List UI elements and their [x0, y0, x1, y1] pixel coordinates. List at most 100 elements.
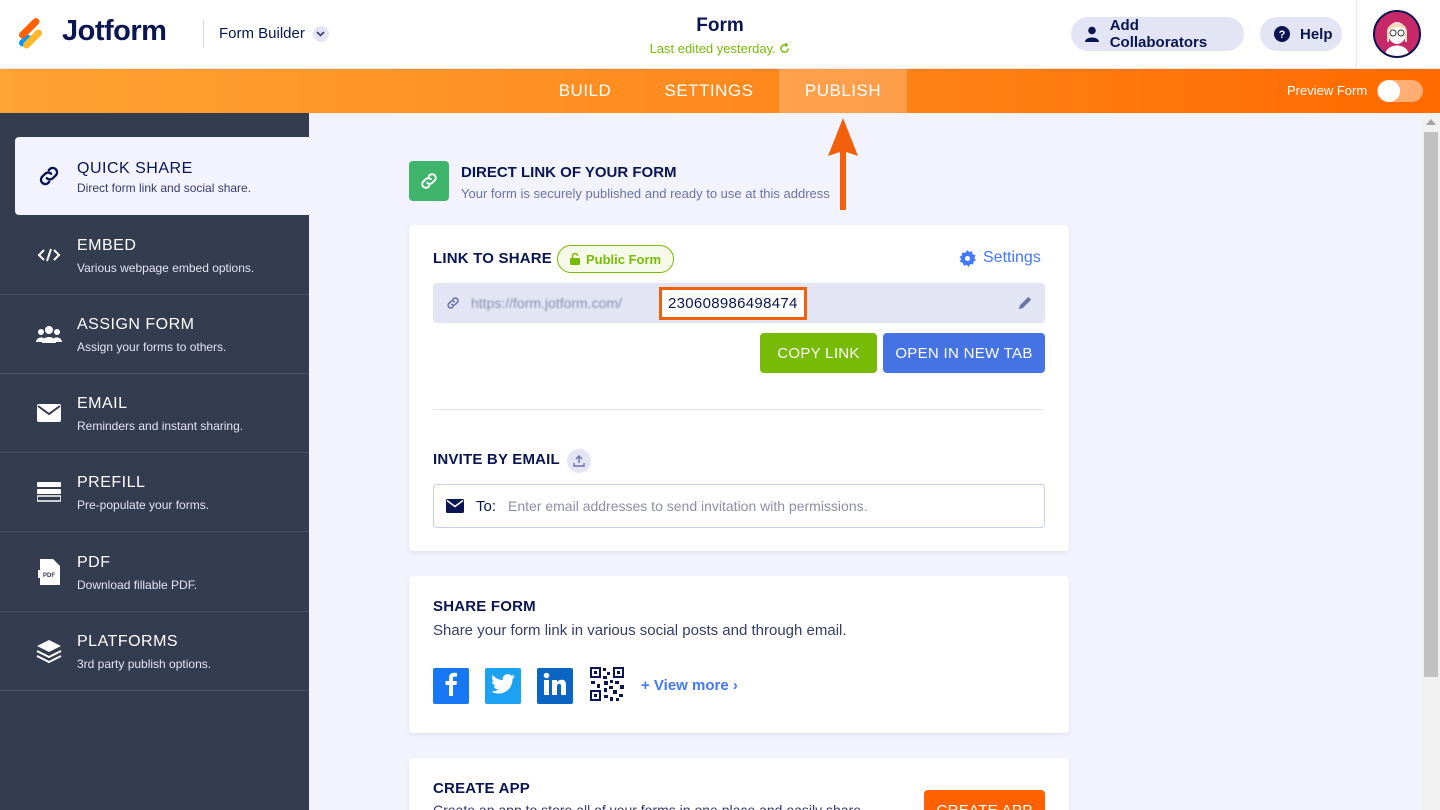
qr-code-icon [590, 666, 624, 706]
svg-text:?: ? [1279, 29, 1286, 41]
share-form-subtitle: Share your form link in various social p… [433, 622, 847, 639]
facebook-icon [441, 672, 461, 701]
user-avatar[interactable] [1373, 10, 1421, 58]
last-edited-status: Last edited yesterday. [590, 41, 850, 56]
form-builder-label: Form Builder [219, 25, 305, 42]
form-title[interactable]: Form [620, 15, 820, 37]
sidebar-item-title: EMBED [77, 237, 137, 254]
sidebar-item-embed[interactable]: EMBED Various webpage embed options. [0, 216, 309, 295]
sidebar-item-title: EMAIL [77, 395, 128, 412]
help-label: Help [1300, 25, 1333, 43]
share-url-field[interactable]: https://form.jotform.com/ 23060898649847… [433, 283, 1045, 323]
upload-icon[interactable] [567, 449, 591, 473]
link-settings-button[interactable]: Settings [959, 249, 1041, 267]
pencil-icon[interactable] [1018, 295, 1033, 315]
share-form-card: SHARE FORM Share your form link in vario… [409, 576, 1069, 733]
create-app-card: CREATE APP Create an app to store all of… [409, 758, 1069, 810]
card-divider [433, 409, 1045, 410]
form-id-highlight: 230608986498474 [659, 287, 807, 320]
link-icon [36, 163, 62, 189]
open-in-new-tab-button[interactable]: OPEN IN NEW TAB [883, 333, 1045, 373]
facebook-share-button[interactable] [433, 668, 469, 704]
settings-label: Settings [983, 249, 1041, 266]
layers-icon [36, 638, 62, 664]
link-to-share-label: LINK TO SHARE [433, 250, 552, 267]
form-builder-dropdown[interactable]: Form Builder [219, 25, 329, 42]
sidebar-item-title: QUICK SHARE [77, 160, 193, 177]
sidebar-item-subtitle: Reminders and instant sharing. [77, 419, 244, 433]
jotform-logo[interactable]: Jotform [17, 15, 167, 50]
public-form-label: Public Form [586, 251, 662, 267]
sidebar-item-email[interactable]: EMAIL Reminders and instant sharing. [0, 374, 309, 453]
qr-code-button[interactable] [589, 666, 625, 706]
sidebar-item-subtitle: 3rd party publish options. [77, 657, 212, 671]
sidebar-item-title: PREFILL [77, 474, 146, 491]
publish-navbar: BUILD SETTINGS PUBLISH Preview Form [0, 69, 1440, 113]
share-url-prefix: https://form.jotform.com/ [471, 295, 622, 311]
question-icon: ? [1274, 26, 1290, 42]
header-divider-right [1356, 0, 1357, 69]
refresh-icon [779, 41, 790, 56]
sidebar-item-prefill[interactable]: PREFILL Pre-populate your forms. [0, 453, 309, 532]
sidebar-item-title: ASSIGN FORM [77, 316, 195, 333]
publish-sidebar: QUICK SHARE Direct form link and social … [0, 113, 309, 810]
invite-email-field[interactable]: To: [433, 484, 1045, 528]
direct-link-subtitle: Your form is securely published and read… [461, 186, 830, 201]
tab-build[interactable]: BUILD [542, 69, 628, 113]
sidebar-item-title: PDF [77, 554, 111, 571]
code-icon [36, 242, 62, 268]
sidebar-item-subtitle: Direct form link and social share. [77, 181, 252, 195]
scroll-up-arrow[interactable] [1426, 119, 1436, 125]
view-more-link[interactable]: + View more › [641, 677, 738, 694]
linkedin-icon [543, 672, 567, 701]
copy-link-button[interactable]: COPY LINK [760, 333, 877, 373]
add-collaborators-label: Add Collaborators [1109, 17, 1208, 51]
invite-by-email-label: INVITE BY EMAIL [433, 451, 560, 468]
preview-form-label: Preview Form [1287, 83, 1368, 98]
direct-link-icon [409, 161, 449, 201]
preview-form-toggle[interactable] [1377, 80, 1423, 102]
user-icon [1085, 26, 1100, 42]
sidebar-item-pdf[interactable]: PDF PDF Download fillable PDF. [0, 533, 309, 612]
envelope-icon [446, 499, 464, 518]
tab-publish[interactable]: PUBLISH [779, 69, 907, 113]
last-edited-text: Last edited yesterday. [649, 41, 776, 56]
direct-link-title: DIRECT LINK OF YOUR FORM [461, 164, 677, 181]
sidebar-item-subtitle: Pre-populate your forms. [77, 498, 210, 512]
prefill-icon [36, 479, 62, 505]
sidebar-item-assign-form[interactable]: ASSIGN FORM Assign your forms to others. [0, 295, 309, 374]
create-app-subtitle: Create an app to store all of your forms… [433, 802, 862, 810]
sidebar-item-subtitle: Assign your forms to others. [77, 340, 227, 354]
link-icon [445, 295, 461, 316]
sidebar-item-subtitle: Download fillable PDF. [77, 578, 198, 592]
pdf-icon: PDF [36, 559, 62, 585]
to-label: To: [476, 498, 497, 515]
pointer-arrow [828, 118, 858, 210]
jotform-logo-icon [17, 16, 48, 50]
add-collaborators-button[interactable]: Add Collaborators [1071, 17, 1244, 51]
envelope-icon [36, 400, 62, 426]
brand-name: Jotform [62, 15, 167, 47]
share-form-title: SHARE FORM [433, 598, 536, 615]
chevron-down-icon [312, 25, 329, 42]
linkedin-share-button[interactable] [537, 668, 573, 704]
sidebar-item-title: PLATFORMS [77, 633, 179, 650]
sidebar-item-quick-share[interactable]: QUICK SHARE Direct form link and social … [15, 137, 309, 215]
users-icon [36, 321, 62, 347]
top-header: Jotform Form Builder Form Last edited ye… [0, 0, 1440, 69]
sidebar-item-platforms[interactable]: PLATFORMS 3rd party publish options. [0, 612, 309, 691]
invite-email-input[interactable] [508, 495, 1028, 517]
create-app-button[interactable]: CREATE APP [924, 790, 1045, 810]
tab-settings[interactable]: SETTINGS [648, 69, 770, 113]
svg-text:PDF: PDF [43, 573, 55, 579]
public-form-badge: Public Form [557, 245, 675, 273]
twitter-share-button[interactable] [485, 668, 521, 704]
gear-icon [959, 249, 976, 267]
help-button[interactable]: ? Help [1260, 17, 1342, 51]
twitter-icon [491, 673, 515, 699]
link-to-share-card: LINK TO SHARE Public Form Settings https… [409, 225, 1069, 551]
scrollbar-thumb[interactable] [1424, 132, 1438, 677]
sidebar-item-subtitle: Various webpage embed options. [77, 261, 255, 275]
header-divider [203, 20, 204, 48]
lock-icon [570, 253, 580, 265]
